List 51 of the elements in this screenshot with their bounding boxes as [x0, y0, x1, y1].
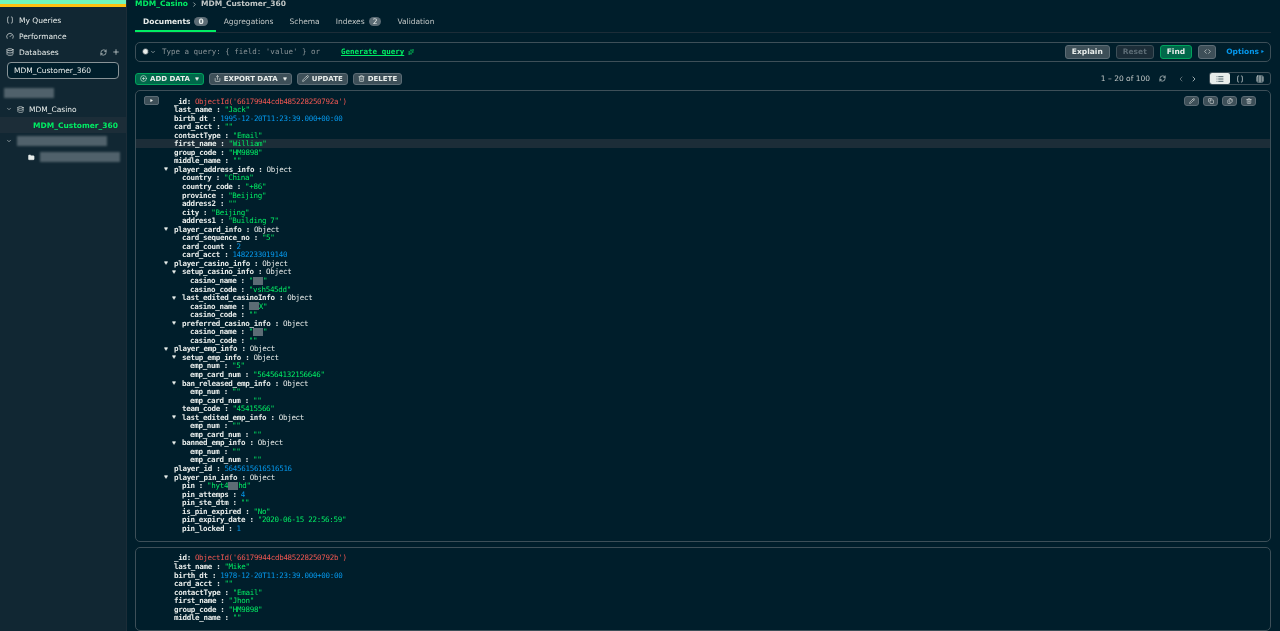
caret-icon[interactable]: [170, 295, 178, 300]
table-icon: [1256, 74, 1264, 83]
previous-icon[interactable]: [1177, 74, 1185, 83]
trash-icon: [357, 75, 365, 83]
caret-icon[interactable]: [170, 381, 178, 386]
view-toggle[interactable]: [1210, 73, 1230, 85]
caret-icon[interactable]: [170, 321, 178, 326]
redaction-mark: [248, 302, 259, 311]
clone-button[interactable]: [1222, 95, 1237, 106]
caret-icon[interactable]: [170, 440, 178, 445]
caret-icon[interactable]: [162, 475, 170, 480]
code-button[interactable]: [1198, 44, 1217, 59]
caret-icon[interactable]: [170, 415, 178, 420]
delete-button[interactable]: [1241, 95, 1256, 106]
plus-circle-icon: [140, 75, 147, 83]
caret-icon[interactable]: [162, 167, 170, 172]
copy-button[interactable]: [1203, 95, 1218, 106]
export-icon: [213, 75, 221, 83]
braces-icon: [1236, 74, 1244, 83]
copy-icon: [1207, 97, 1214, 104]
edit-button[interactable]: [1184, 95, 1199, 106]
caret-icon[interactable]: [170, 355, 178, 360]
redaction-mark: [228, 481, 239, 490]
folder-icon: [28, 153, 35, 161]
chevron-icon: [191, 0, 198, 8]
sparkle-icon: [408, 48, 415, 55]
trash-icon: [1245, 97, 1252, 104]
caret-icon[interactable]: [162, 261, 170, 266]
code-icon: [1203, 48, 1211, 56]
plus-icon[interactable]: [112, 48, 120, 56]
pencil-icon: [1188, 97, 1195, 104]
redaction-mark: [253, 276, 264, 285]
next-icon[interactable]: [1190, 74, 1198, 83]
braces-icon: [6, 16, 14, 24]
list-icon: [1216, 74, 1224, 83]
caret-icon: [150, 98, 153, 102]
caret-icon: [1261, 50, 1264, 54]
redaction-mark: [253, 327, 264, 336]
files-icon: [1226, 97, 1233, 104]
pencil-icon: [301, 75, 309, 83]
refresh-icon[interactable]: [1159, 75, 1166, 83]
refresh-icon[interactable]: [100, 48, 107, 56]
database-icon: [6, 48, 14, 56]
caret-icon[interactable]: [170, 269, 178, 274]
caret-icon[interactable]: [162, 346, 170, 351]
caret-icon[interactable]: [162, 227, 170, 232]
database-icon: [17, 105, 24, 113]
history-icon[interactable]: [142, 48, 156, 56]
redaction-mark: [4, 88, 54, 98]
expand-button[interactable]: [144, 95, 159, 105]
gauge-icon: [6, 32, 14, 40]
